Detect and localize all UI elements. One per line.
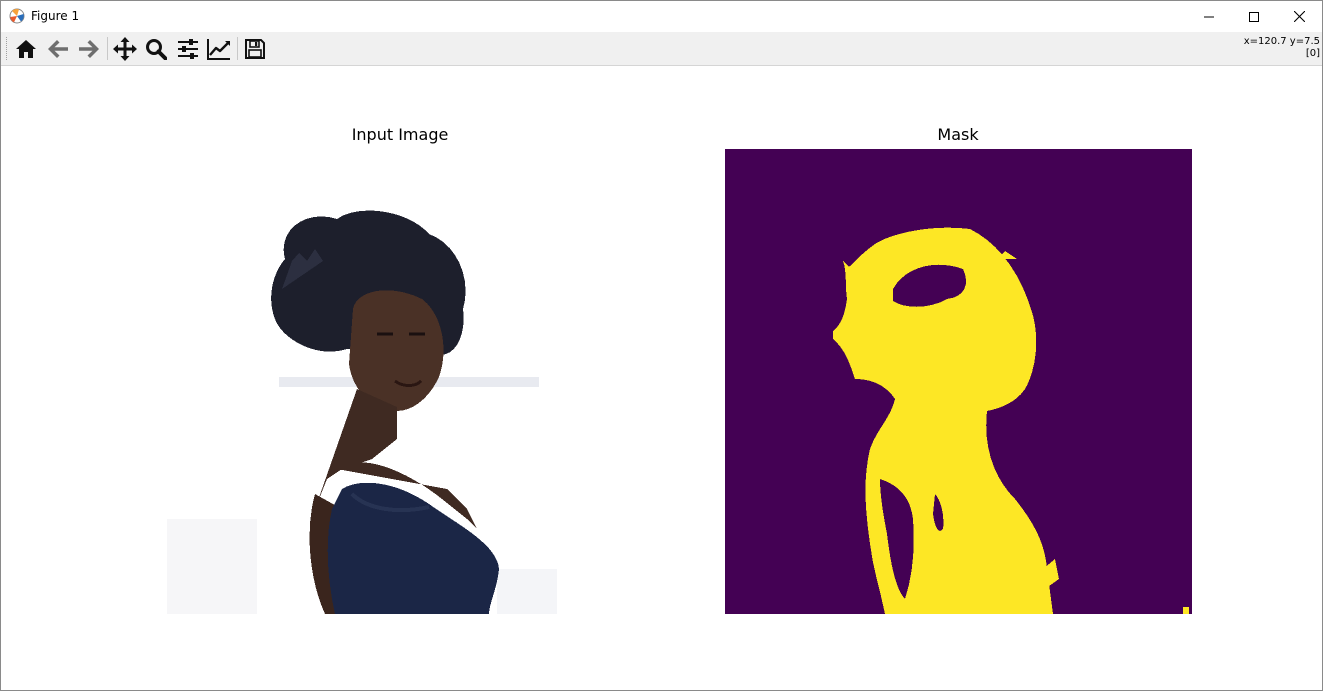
toolbar-separator: [237, 37, 238, 60]
mask-title: Mask: [937, 125, 979, 144]
edit-axes-button[interactable]: [206, 36, 232, 62]
figure-canvas[interactable]: Input Image Mask: [1, 66, 1322, 690]
title-bar[interactable]: Figure 1: [1, 1, 1322, 32]
window-title: Figure 1: [31, 9, 80, 23]
close-button[interactable]: [1276, 1, 1322, 32]
cursor-coordinates: x=120.7 y=7.5 [0]: [1244, 36, 1320, 60]
sliders-icon: [178, 39, 198, 59]
subplots-button[interactable]: [175, 36, 201, 62]
minimize-button[interactable]: [1186, 1, 1232, 32]
pan-button[interactable]: [112, 36, 138, 62]
toolbar-grip[interactable]: [6, 37, 10, 60]
maximize-button[interactable]: [1231, 1, 1277, 32]
zoom-button[interactable]: [143, 36, 169, 62]
forward-button[interactable]: [76, 36, 102, 62]
move-icon: [113, 37, 137, 61]
figure-window: Figure 1 x=120.7 y=7.5 [0] Input Image M…: [0, 0, 1323, 691]
floppy-disk-icon: [245, 39, 265, 59]
back-button[interactable]: [45, 36, 71, 62]
input-image-axes[interactable]: [167, 149, 633, 614]
maximize-icon: [1249, 11, 1259, 22]
arrow-right-icon: [79, 40, 99, 58]
home-button[interactable]: [13, 36, 39, 62]
save-button[interactable]: [242, 36, 268, 62]
coords-value: [0]: [1305, 48, 1320, 59]
home-icon: [16, 40, 36, 58]
input-image-title: Input Image: [351, 125, 449, 144]
line-chart-icon: [207, 39, 230, 60]
arrow-left-icon: [48, 40, 68, 58]
coords-xy: x=120.7 y=7.5: [1243, 36, 1320, 47]
close-icon: [1293, 11, 1305, 22]
matplotlib-logo-icon: [9, 8, 25, 24]
toolbar-separator: [107, 37, 108, 60]
minimize-icon: [1204, 16, 1214, 17]
magnifier-icon: [146, 39, 167, 60]
mask-axes[interactable]: [725, 149, 1192, 614]
navigation-toolbar: x=120.7 y=7.5 [0]: [1, 32, 1322, 66]
